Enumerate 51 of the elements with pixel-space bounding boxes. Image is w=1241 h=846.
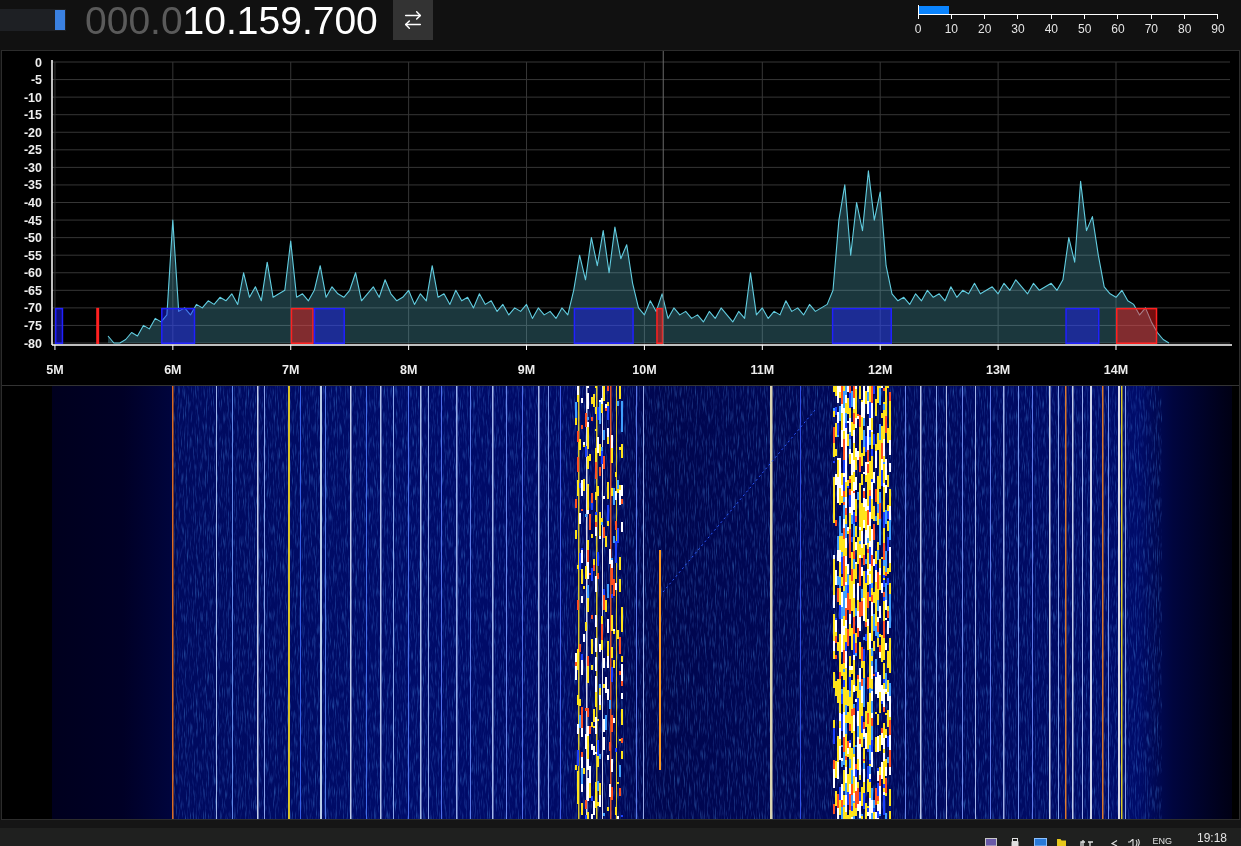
y-axis-label: -80: [23, 336, 42, 351]
x-axis-label: 12M: [868, 363, 893, 377]
x-axis-label: 8M: [399, 363, 418, 377]
y-axis-label: -30: [23, 160, 42, 175]
y-axis-label: -60: [23, 266, 42, 281]
y-axis-label: -65: [23, 283, 42, 298]
meter-scale-label: 0: [914, 22, 922, 36]
x-axis-label: 14M: [1103, 363, 1129, 377]
meter-scale-label: 40: [1044, 22, 1058, 36]
speaker-icon[interactable]: [1128, 839, 1141, 846]
meter-scale-label: 60: [1111, 22, 1125, 36]
chevron-icon[interactable]: [1111, 840, 1119, 846]
frequency-readout: 10.159.700: [182, 1, 378, 41]
meter-scale-label: 90: [1211, 22, 1225, 36]
y-axis-label: -15: [23, 108, 42, 123]
meter-scale-label: 70: [1144, 22, 1158, 36]
y-axis-label: -55: [23, 248, 42, 263]
y-axis-label: -20: [23, 125, 42, 140]
swap-button[interactable]: [392, 0, 433, 40]
folder-icon[interactable]: [1057, 839, 1067, 846]
x-axis-label: 6M: [164, 363, 182, 377]
y-axis-label: -45: [23, 213, 42, 228]
x-axis-label: 13M: [985, 363, 1011, 377]
usb-drive-icon[interactable]: [1011, 838, 1020, 846]
clock[interactable]: 19:18: [1196, 831, 1227, 845]
y-axis-label: -40: [23, 196, 42, 210]
y-axis-label: -5: [30, 73, 42, 88]
x-axis-label: 10M: [632, 363, 657, 377]
y-axis-label: -70: [23, 301, 42, 316]
x-axis-label: 7M: [282, 363, 300, 377]
meter-scale-label: 20: [978, 22, 992, 36]
monitor-icon[interactable]: [985, 838, 998, 846]
y-axis-label: -35: [23, 178, 42, 193]
y-axis-label: 0: [35, 55, 42, 70]
y-axis-label: -25: [23, 143, 42, 158]
slider-thumb[interactable]: [55, 10, 65, 30]
x-axis-label: 11M: [750, 363, 775, 377]
window-icon[interactable]: [1034, 838, 1048, 846]
x-axis-label: 9M: [517, 363, 536, 377]
meter-scale-label: 50: [1077, 22, 1092, 36]
frequency-leading-zeros: 000.0: [85, 1, 183, 41]
meter-scale-label: 10: [944, 22, 958, 36]
network-icon[interactable]: [1080, 839, 1095, 846]
meter-scale-label: 80: [1177, 22, 1192, 36]
y-axis-label: -10: [23, 90, 42, 105]
y-axis-label: -75: [23, 318, 42, 333]
slider-track[interactable]: [0, 9, 66, 31]
meter-scale-label: 30: [1011, 22, 1025, 36]
y-axis-label: -50: [23, 231, 42, 246]
x-axis-label: 5M: [46, 363, 64, 377]
language-indicator[interactable]: ENG: [1152, 837, 1172, 846]
